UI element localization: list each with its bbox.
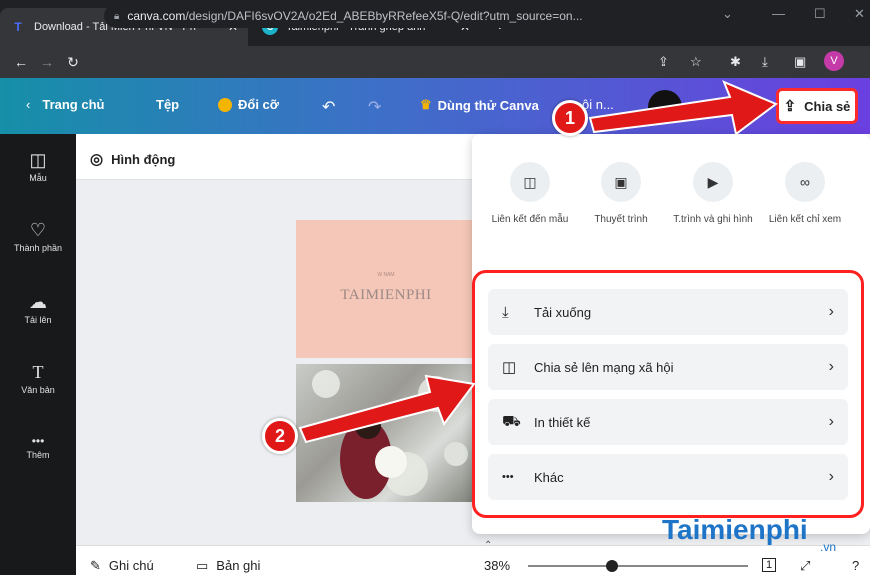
step-badge-2: 2 — [262, 418, 298, 454]
watermark-logo: Taimienphi — [662, 514, 808, 545]
watermark-tld: .vn — [820, 540, 837, 554]
step-badge-1: 1 — [552, 100, 588, 136]
arrow-2 — [298, 374, 476, 444]
annotation-arrows — [298, 80, 778, 444]
arrow-1 — [588, 80, 778, 136]
